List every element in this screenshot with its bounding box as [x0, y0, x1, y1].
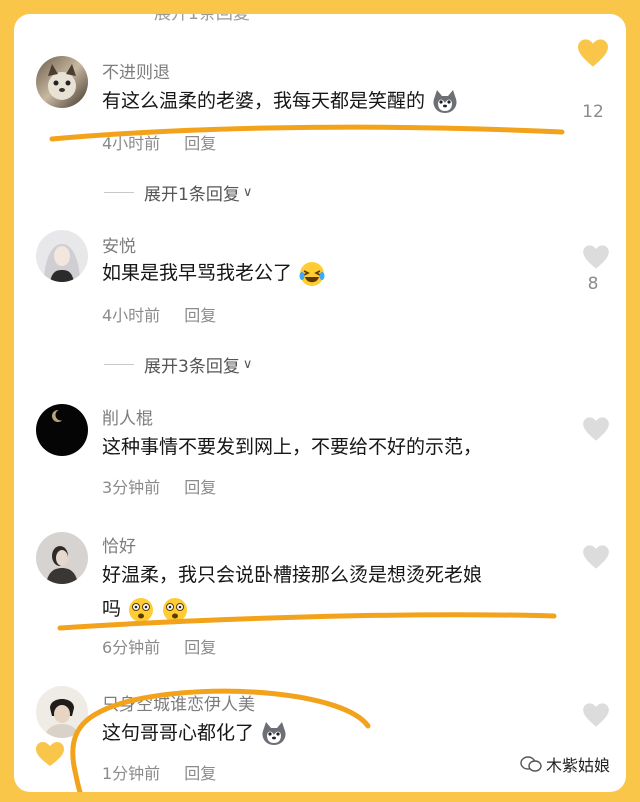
username[interactable]: 不进则退 — [102, 58, 170, 83]
heart-icon[interactable] — [582, 544, 610, 570]
like-count: 8 — [587, 274, 599, 294]
username[interactable]: 安悦 — [102, 232, 136, 257]
expand-replies-button[interactable]: 展开1条回复 ∨ — [104, 180, 252, 205]
chevron-down-icon: ∨ — [242, 357, 253, 372]
liked-heart-icon[interactable] — [576, 38, 610, 68]
laughing-tears-emoji-icon — [299, 261, 325, 286]
comment-text: 好温柔，我只会说卧槽接那么烫是想烫死老娘 吗 — [102, 558, 572, 626]
comment-text: 有这么温柔的老婆，我每天都是笑醒的 — [102, 84, 562, 118]
comment-meta: 3分钟前 回复 — [102, 474, 216, 498]
username[interactable]: 只身空城谁恋伊人美 — [102, 690, 255, 715]
avatar[interactable] — [36, 56, 88, 108]
expand-label: 展开3条回复 — [144, 357, 240, 377]
avatar[interactable] — [36, 686, 88, 738]
liked-heart-icon — [36, 742, 64, 766]
husky-emoji-icon — [262, 721, 286, 745]
timestamp: 3分钟前 — [102, 478, 161, 497]
comment-text: 这种事情不要发到网上，不要给不好的示范， — [102, 436, 483, 458]
comment-meta: 4小时前 回复 — [102, 130, 216, 154]
reply-button[interactable]: 回复 — [184, 638, 216, 657]
reply-button[interactable]: 回复 — [184, 134, 216, 153]
dog-avatar-icon — [48, 64, 76, 100]
shocked-emoji-icon — [163, 597, 188, 622]
moon-avatar-icon — [52, 409, 67, 422]
comment-meta: 1分钟前 回复 — [102, 760, 216, 784]
avatar[interactable] — [36, 532, 88, 584]
reply-button[interactable]: 回复 — [184, 478, 216, 497]
comment-text: 如果是我早骂我老公了 — [102, 256, 562, 290]
comment-meta: 4小时前 回复 — [102, 302, 216, 326]
timestamp: 4小时前 — [102, 306, 161, 325]
reply-button[interactable]: 回复 — [184, 764, 216, 783]
heart-icon[interactable] — [582, 244, 610, 270]
like-count: 12 — [582, 102, 604, 122]
wechat-icon — [520, 756, 542, 772]
timestamp: 4小时前 — [102, 134, 161, 153]
comment-panel: 展开1条回复 不进则退 有这么温柔的老婆，我每天都是笑醒的 4小时前 回复 12… — [14, 14, 626, 792]
reply-button[interactable]: 回复 — [184, 306, 216, 325]
username[interactable]: 恰好 — [102, 532, 136, 557]
heart-icon[interactable] — [582, 416, 610, 442]
divider-line — [104, 192, 134, 193]
timestamp: 1分钟前 — [102, 764, 161, 783]
timestamp: 6分钟前 — [102, 638, 161, 657]
shocked-emoji-icon — [129, 597, 154, 622]
comment-text: 这句哥哥心都化了 — [102, 716, 562, 750]
expand-replies-button[interactable]: 展开3条回复 ∨ — [104, 352, 252, 377]
expand-replies-cutoff[interactable]: 展开1条回复 — [154, 14, 250, 26]
username[interactable]: 削人棍 — [102, 404, 153, 429]
chevron-down-icon: ∨ — [242, 185, 253, 200]
comment-meta: 6分钟前 回复 — [102, 634, 216, 658]
expand-label: 展开1条回复 — [144, 185, 240, 205]
avatar[interactable] — [36, 230, 88, 282]
watermark: 木紫姑娘 — [520, 752, 610, 776]
heart-icon[interactable] — [582, 702, 610, 728]
person-avatar-icon — [46, 546, 78, 584]
husky-emoji-icon — [433, 89, 457, 113]
avatar[interactable] — [36, 404, 88, 456]
divider-line — [104, 364, 134, 365]
girl-avatar-icon — [44, 244, 80, 282]
person-avatar-icon — [44, 699, 80, 738]
